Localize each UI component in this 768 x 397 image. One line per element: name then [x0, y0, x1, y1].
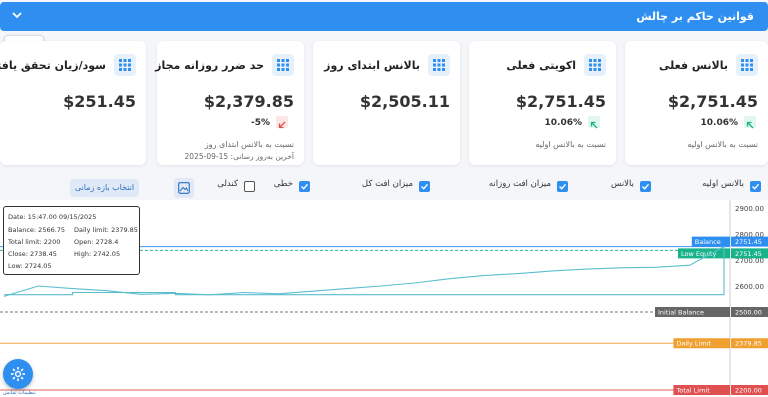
grid-icon — [114, 54, 136, 76]
time-range-button[interactable]: انتخاب بازه زمانی — [70, 179, 139, 197]
y-tick-label: 2900.00 — [735, 205, 764, 213]
grid-icon — [584, 54, 606, 76]
arrow-down-left-icon — [276, 116, 288, 129]
card-start-of-day-balance: بالانس ابتدای روز $2,505.11 — [313, 41, 460, 165]
checkbox-candle-mode[interactable] — [244, 181, 255, 192]
level-value: 2200.00 — [735, 387, 762, 395]
level-name: Balance — [695, 238, 721, 246]
level-name: Initial Balance — [658, 309, 704, 317]
tooltip-open: Open: 2728.4 — [74, 238, 119, 246]
level-name: Daily Limit — [676, 340, 711, 348]
card-value: $2,751.45 — [667, 92, 758, 111]
chart-tooltip: Date: 15:47.00 09/15/2025 Balance: 2566.… — [3, 206, 140, 275]
card-percent: -5% — [250, 118, 270, 128]
tooltip-date: Date: 15:47.00 09/15/2025 — [8, 213, 97, 221]
legend-line-mode: خطی — [273, 179, 293, 189]
card-note: نسبت به بالانس اولیه — [687, 140, 758, 149]
grid-icon — [428, 54, 450, 76]
level-value: 2751.45 — [735, 250, 762, 258]
level-value: 2500.00 — [735, 309, 762, 317]
card-daily-loss-limit: حد ضرر روزانه مجاز $2,379.85 -5% نسبت به… — [155, 41, 304, 165]
grid-icon — [272, 54, 294, 76]
card-label: سود/زیان تحقق یافته — [0, 59, 106, 72]
checkbox-initial-balance[interactable] — [750, 181, 761, 192]
arrow-up-left-icon — [744, 116, 756, 129]
chevron-down-icon[interactable] — [10, 8, 24, 22]
card-label: بالانس ابتدای روز — [324, 59, 420, 72]
card-percent: 10.06% — [700, 118, 739, 128]
card-current-balance: بالانس فعلی $2,751.45 10.06% نسبت به بال… — [625, 41, 768, 165]
card-label: اکویتی فعلی — [506, 59, 576, 72]
arrow-up-left-icon — [588, 116, 600, 129]
gear-icon — [11, 367, 25, 381]
card-label: حد ضرر روزانه مجاز — [155, 59, 264, 72]
card-value: $2,379.85 — [203, 92, 294, 111]
checkbox-daily-drawdown[interactable] — [557, 181, 568, 192]
card-current-equity: اکویتی فعلی $2,751.45 10.06% نسبت به بال… — [469, 41, 616, 165]
legend-balance: بالانس — [610, 179, 634, 189]
y-tick-label: 2600.00 — [735, 283, 764, 291]
legend-total-drawdown: میزان افت کل — [361, 179, 413, 189]
level-name: Total Limit — [675, 387, 710, 395]
card-value: $251.45 — [63, 92, 136, 111]
card-last-update: آخرین به‌روز رسانی: 15-09-2025 — [184, 152, 294, 161]
snapshot-button[interactable] — [174, 178, 194, 198]
tooltip-balance: Balance: 2566.75 — [8, 226, 66, 234]
level-value: 2751.45 — [735, 238, 762, 246]
tooltip-total-limit: Total limit: 2200 — [8, 238, 61, 246]
card-value: $2,505.11 — [359, 92, 450, 111]
settings-button[interactable] — [3, 359, 33, 389]
checkbox-balance[interactable] — [640, 181, 651, 192]
tooltip-low: Low: 2724.05 — [8, 262, 52, 270]
card-value: $2,751.45 — [515, 92, 606, 111]
checkbox-total-drawdown[interactable] — [419, 181, 430, 192]
card-note: نسبت به بالانس اولیه — [535, 140, 606, 149]
tooltip-close: Close: 2738.45 — [8, 250, 57, 258]
legend-daily-drawdown: میزان افت روزانه — [488, 179, 551, 189]
image-icon — [178, 182, 190, 194]
legend-candle-mode: کندلی — [217, 179, 238, 189]
tooltip-daily-limit: Daily limit: 2379.85 — [74, 226, 138, 234]
card-label: بالانس فعلی — [659, 59, 728, 72]
card-note: نسبت به بالانس ابتدای روز — [204, 140, 294, 149]
settings-label: تنظیمات نمایش — [3, 390, 36, 396]
grid-icon — [736, 54, 758, 76]
checkbox-line-mode[interactable] — [299, 181, 310, 192]
card-percent: 10.06% — [544, 118, 583, 128]
rules-header[interactable]: قوانین حاکم بر چالش — [0, 2, 768, 31]
legend-initial-balance: بالانس اولیه — [702, 179, 744, 189]
header-title: قوانین حاکم بر چالش — [636, 10, 754, 23]
card-realized-pnl: سود/زیان تحقق یافته $251.45 — [0, 41, 146, 165]
tooltip-high: High: 2742.05 — [74, 250, 121, 258]
level-value: 2379.85 — [735, 340, 762, 348]
